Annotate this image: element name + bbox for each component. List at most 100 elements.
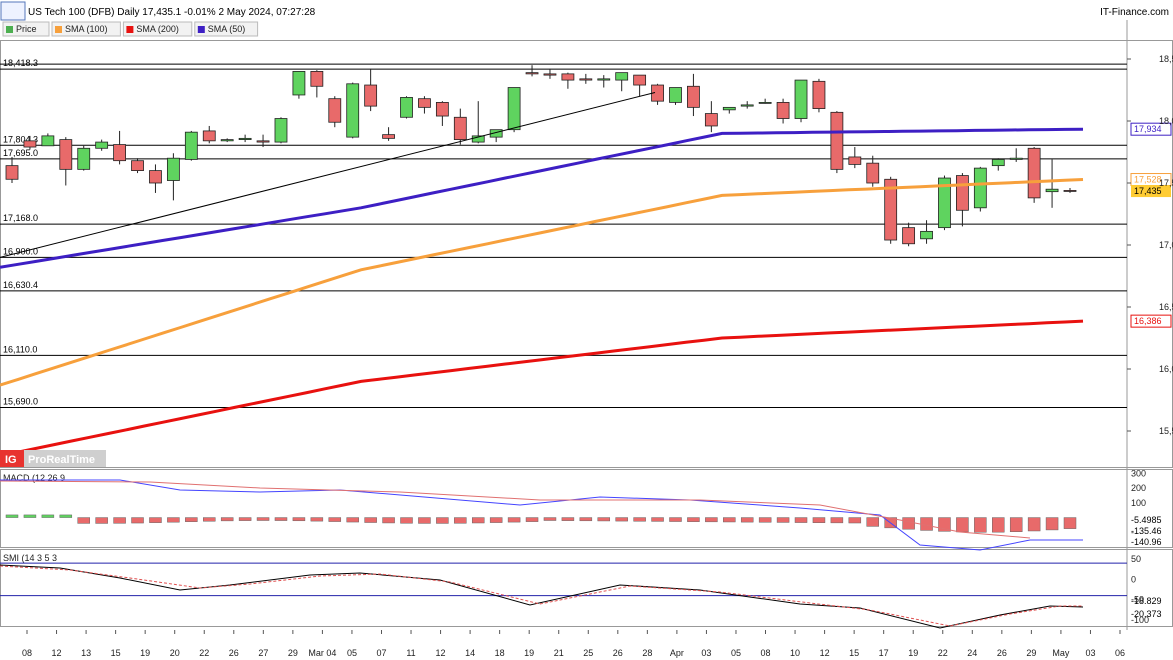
macd-last-label-1: -135.46 bbox=[1131, 526, 1162, 536]
macd-bar-55 bbox=[992, 517, 1005, 533]
macd-bar-10 bbox=[185, 517, 198, 522]
smi-tick-0: 50 bbox=[1131, 554, 1141, 564]
watermark-text: ProRealTime bbox=[28, 454, 95, 466]
candle-body-24 bbox=[435, 102, 449, 117]
level-label-2: 17,695.0 bbox=[3, 148, 38, 158]
macd-line bbox=[0, 479, 1083, 551]
macd-bar-12 bbox=[220, 517, 234, 522]
candle-body-30 bbox=[543, 73, 557, 76]
candle-body-45 bbox=[812, 80, 826, 110]
candle-body-13 bbox=[238, 137, 252, 141]
macd-bar-48 bbox=[866, 517, 879, 527]
x-tick-label-9: 29 bbox=[288, 648, 298, 658]
smi-tick-1: 0 bbox=[1131, 574, 1136, 584]
candle-body-25 bbox=[453, 116, 467, 140]
macd-bar-9 bbox=[167, 517, 180, 523]
y-tick-label-0: 15,500 bbox=[1159, 426, 1173, 436]
x-tick-label-16: 18 bbox=[495, 648, 505, 658]
x-tick-label-17: 19 bbox=[524, 648, 534, 658]
macd-bar-58 bbox=[1045, 517, 1059, 531]
candle-body-59 bbox=[1063, 190, 1077, 192]
candle-body-50 bbox=[902, 227, 916, 245]
chart-title: US Tech 100 (DFB) Daily 17,435.1 -0.01% … bbox=[28, 7, 316, 18]
x-tick-label-8: 27 bbox=[258, 648, 268, 658]
smi-last-label-0: -18.829 bbox=[1131, 596, 1162, 606]
x-tick-label-37: 06 bbox=[1115, 648, 1125, 658]
macd-panel: MACD (12 26 9 300200100--5.4985-135.46-14… bbox=[0, 468, 1162, 551]
candle-body-23 bbox=[418, 98, 431, 108]
y-tick-label-1: 16,000 bbox=[1159, 364, 1173, 374]
x-tick-label-25: 08 bbox=[761, 648, 771, 658]
level-label-6: 16,110.0 bbox=[3, 344, 37, 354]
macd-bar-34 bbox=[615, 517, 628, 522]
candle-body-4 bbox=[77, 147, 91, 170]
macd-bar-36 bbox=[651, 517, 664, 522]
legend[interactable]: Price SMA (100) SMA (200) SMA (50) bbox=[2, 21, 259, 37]
candle-body-11 bbox=[202, 130, 216, 142]
macd-tick-2: 100 bbox=[1131, 498, 1146, 508]
x-tick-label-28: 15 bbox=[849, 648, 859, 658]
sma-line-1 bbox=[0, 178, 1084, 387]
macd-bar-33 bbox=[597, 517, 611, 522]
macd-bar-16 bbox=[292, 517, 306, 522]
macd-bar-3 bbox=[59, 514, 73, 518]
macd-bar-6 bbox=[113, 517, 126, 524]
x-tick-label-6: 22 bbox=[199, 648, 209, 658]
macd-bar-2 bbox=[41, 514, 55, 518]
x-tick-label-35: May bbox=[1052, 648, 1070, 658]
macd-bar-15 bbox=[274, 517, 288, 521]
macd-bar-50 bbox=[902, 517, 915, 530]
x-tick-label-19: 25 bbox=[583, 648, 593, 658]
macd-bar-0 bbox=[5, 514, 19, 518]
candle-body-39 bbox=[704, 113, 718, 127]
x-tick-label-23: 03 bbox=[701, 648, 711, 658]
macd-bar-57 bbox=[1027, 517, 1041, 532]
candle-body-18 bbox=[328, 98, 342, 123]
macd-bar-11 bbox=[203, 517, 216, 522]
candle-body-31 bbox=[561, 73, 575, 81]
macd-bar-35 bbox=[633, 517, 646, 522]
x-tick-label-13: 11 bbox=[406, 648, 415, 658]
x-tick-label-36: 03 bbox=[1085, 648, 1095, 658]
candle-body-15 bbox=[274, 118, 288, 143]
macd-bar-31 bbox=[561, 517, 575, 521]
candle-body-22 bbox=[400, 97, 413, 118]
macd-bar-59 bbox=[1063, 517, 1077, 529]
price-levels: 18,418.317,804.317,695.017,168.016,900.0… bbox=[0, 58, 1127, 408]
macd-bar-29 bbox=[525, 517, 539, 522]
macd-bar-1 bbox=[23, 514, 37, 518]
macd-bar-14 bbox=[256, 517, 270, 521]
candle-body-42 bbox=[758, 102, 772, 104]
candle-body-44 bbox=[794, 79, 808, 119]
x-tick-label-3: 15 bbox=[111, 648, 121, 658]
x-tick-label-24: 05 bbox=[731, 648, 741, 658]
x-tick-label-18: 21 bbox=[554, 648, 564, 658]
candle-body-8 bbox=[149, 170, 162, 184]
macd-bar-44 bbox=[794, 517, 808, 523]
macd-bar-56 bbox=[1009, 517, 1023, 532]
x-tick-label-22: Apr bbox=[670, 648, 684, 658]
candle-body-35 bbox=[633, 74, 647, 86]
candle-body-17 bbox=[310, 71, 324, 87]
smi-panel: SMI (14 3 5 3 500-50-100-18.829-20.373 bbox=[0, 553, 1162, 629]
legend-swatch-0 bbox=[6, 26, 13, 33]
x-tick-label-20: 26 bbox=[613, 648, 623, 658]
y-tick-label-4: 17,500 bbox=[1159, 178, 1173, 188]
trend-line bbox=[0, 91, 656, 258]
macd-bar-28 bbox=[507, 517, 521, 523]
macd-bar-27 bbox=[489, 517, 503, 523]
candle-body-3 bbox=[59, 139, 73, 170]
candle-body-41 bbox=[740, 104, 754, 107]
y-tick-label-3: 17,000 bbox=[1159, 240, 1173, 250]
candle-body-46 bbox=[830, 111, 844, 170]
last-price-label: 17,435 bbox=[1134, 186, 1162, 196]
x-tick-label-12: 07 bbox=[376, 648, 386, 658]
level-label-0: 18,418.3 bbox=[3, 58, 38, 68]
moving-averages: 17,934 17,528 16,386 17,435 bbox=[0, 91, 1172, 458]
x-tick-label-5: 20 bbox=[170, 648, 180, 658]
macd-last-label-0: -5.4985 bbox=[1131, 515, 1162, 525]
candle-body-7 bbox=[131, 160, 144, 171]
candle-body-33 bbox=[597, 78, 611, 81]
macd-bar-40 bbox=[723, 517, 736, 523]
macd-bar-17 bbox=[310, 517, 324, 522]
